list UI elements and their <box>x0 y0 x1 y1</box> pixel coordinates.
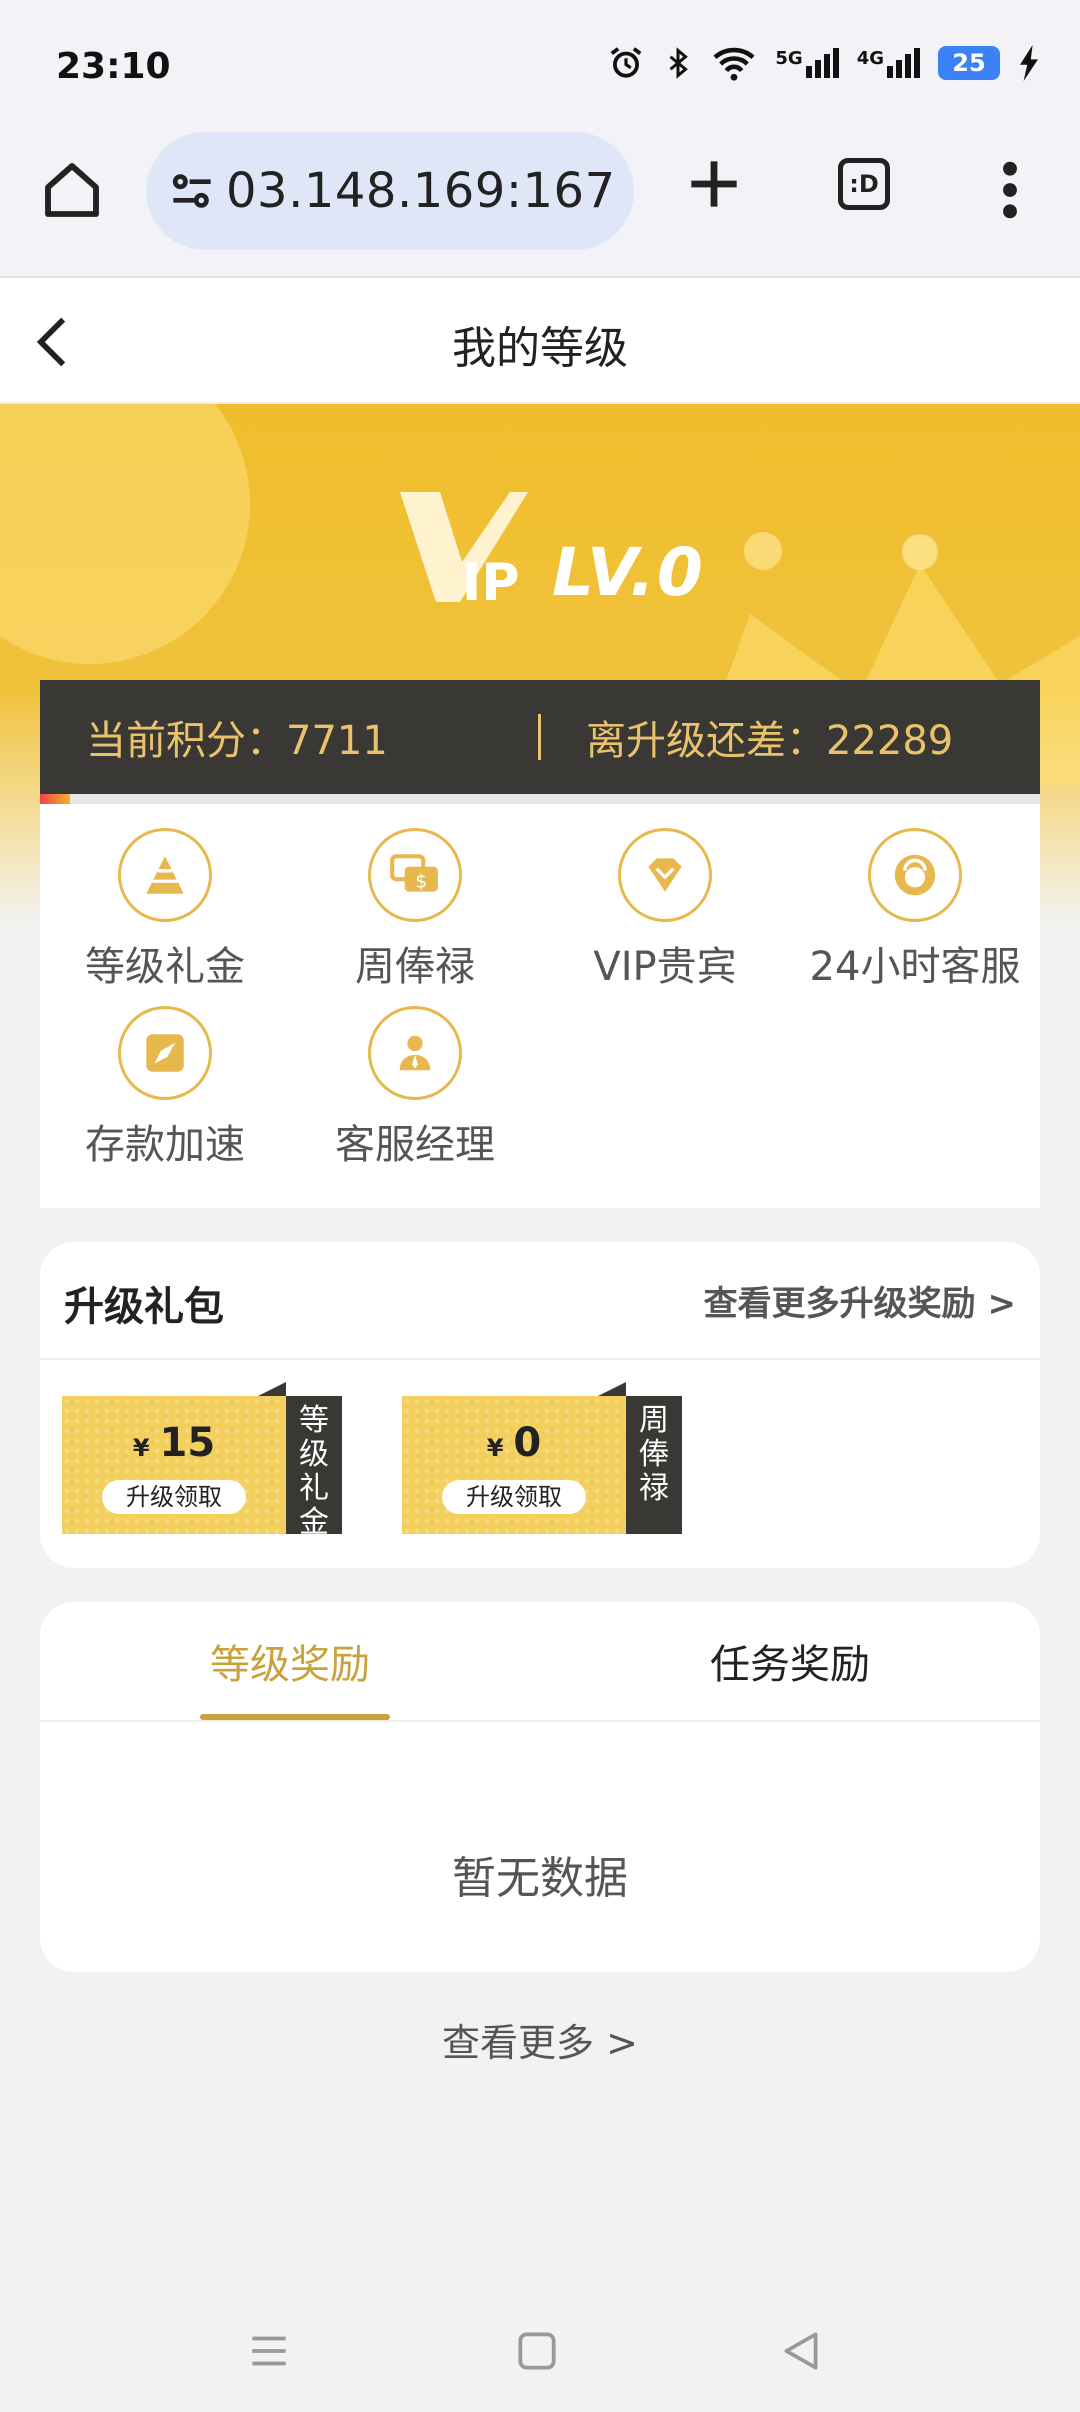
empty-state-text: 暂无数据 <box>452 1853 628 1904</box>
signal-5g-icon: 5G <box>775 48 839 78</box>
current-points: 当前积分：7711 <box>86 718 388 764</box>
alarm-icon <box>610 47 642 78</box>
status-bar: 23:10 5G 4G 25 <box>0 0 1080 130</box>
tab-task-rewards[interactable]: 任务奖励 <box>710 1632 870 1690</box>
more-upgrade-rewards-link[interactable]: 查看更多升级奖励 > <box>704 1276 1016 1325</box>
diamond-icon <box>648 858 682 892</box>
money-chat-icon: $ <box>390 854 438 892</box>
benefit-label: 等级礼金 <box>85 944 245 990</box>
page-title: 我的等级 <box>452 323 628 374</box>
site-settings-icon[interactable] <box>164 163 220 219</box>
tab-switcher-button[interactable]: :D <box>838 158 890 210</box>
signal-4g-label: 4G <box>856 48 884 69</box>
browser-toolbar: 03.148.169:16740 :D <box>0 130 1080 278</box>
benefit-label: 24小时客服 <box>809 944 1021 990</box>
rewards-tabs-card: 等级奖励 任务奖励 暂无数据 <box>40 1602 1040 1972</box>
level-progress-fill <box>40 794 70 804</box>
charging-icon <box>1020 45 1038 81</box>
more-menu-icon[interactable] <box>990 158 1030 222</box>
see-more-link[interactable]: 查看更多 > <box>0 2012 1080 2067</box>
currency-symbol: ¥ <box>486 1434 504 1462</box>
upgrade-difference: 离升级还差：22289 <box>586 718 954 764</box>
benefits-panel: 等级礼金 $ 周俸禄 VIP贵宾 24小时客服 存款加速 客服经理 <box>40 804 1040 1208</box>
gift-action-button[interactable]: 升级领取 <box>102 1480 246 1514</box>
gift-coupon-weekly-salary[interactable]: ¥0 升级领取 周俸禄 <box>402 1382 682 1534</box>
svg-text:$: $ <box>415 871 427 892</box>
upgrade-gifts-card: 升级礼包 查看更多升级奖励 > ¥15 升级领取 等级礼金 ¥0 升级领取 周俸… <box>40 1242 1040 1568</box>
ribbon-fold <box>258 1382 286 1396</box>
level-progress-bar <box>40 794 1040 804</box>
ribbon-fold <box>598 1382 626 1396</box>
tab-level-rewards[interactable]: 等级奖励 <box>210 1632 370 1690</box>
gift-amount: ¥15 <box>62 1420 286 1466</box>
gift-amount: ¥0 <box>402 1420 626 1466</box>
gift-tag: 周俸禄 <box>626 1396 682 1534</box>
amount-value: 15 <box>159 1420 216 1466</box>
address-bar[interactable]: 03.148.169:16740 <box>146 132 634 250</box>
vip-level: LV.0 <box>552 534 705 611</box>
headset-icon <box>894 854 936 896</box>
signal-5g-label: 5G <box>775 48 803 69</box>
decor-circle <box>0 404 250 664</box>
benefit-24h-service[interactable]: 24小时客服 <box>790 828 1040 992</box>
divider <box>40 1358 1040 1360</box>
page-header: 我的等级 <box>0 278 1080 404</box>
benefit-label: VIP贵宾 <box>593 944 737 990</box>
gift-tag: 等级礼金 <box>286 1396 342 1540</box>
gifts-title: 升级礼包 <box>64 1284 224 1330</box>
benefit-label: 客服经理 <box>335 1122 495 1168</box>
home-icon[interactable] <box>40 158 104 222</box>
system-nav-bar <box>0 2290 1080 2412</box>
status-icons: 5G 4G 25 <box>607 44 1040 82</box>
battery-indicator: 25 <box>938 46 1000 80</box>
wifi-icon <box>713 47 755 81</box>
gift-coupon-level-bonus[interactable]: ¥15 升级领取 等级礼金 <box>62 1382 342 1540</box>
manager-icon <box>399 1035 431 1071</box>
back-nav-icon[interactable] <box>776 2326 826 2376</box>
amount-value: 0 <box>513 1420 542 1466</box>
benefit-deposit-boost[interactable]: 存款加速 <box>40 1006 290 1170</box>
benefit-label: 周俸禄 <box>355 944 475 990</box>
status-time: 23:10 <box>56 46 171 87</box>
benefit-label: 存款加速 <box>85 1122 245 1168</box>
bluetooth-icon <box>669 47 689 79</box>
points-bar: 当前积分：7711 离升级还差：22289 <box>40 680 1040 794</box>
gift-action-button[interactable]: 升级领取 <box>442 1480 586 1514</box>
tabs-divider <box>40 1720 1040 1722</box>
recent-apps-icon[interactable] <box>244 2326 294 2376</box>
pyramid-icon <box>146 856 184 894</box>
new-tab-icon[interactable] <box>680 150 748 218</box>
svg-text:IP: IP <box>462 553 519 612</box>
rocket-icon <box>146 1034 184 1072</box>
benefit-vip-guest[interactable]: VIP贵宾 <box>540 828 790 992</box>
signal-4g-icon: 4G <box>857 48 920 78</box>
currency-symbol: ¥ <box>132 1434 150 1462</box>
home-nav-icon[interactable] <box>512 2326 562 2376</box>
benefit-service-manager[interactable]: 客服经理 <box>290 1006 540 1170</box>
points-divider <box>538 714 541 760</box>
url-text[interactable]: 03.148.169:16740 <box>226 163 616 219</box>
benefit-level-bonus[interactable]: 等级礼金 <box>40 828 290 992</box>
benefit-weekly-salary[interactable]: $ 周俸禄 <box>290 828 540 992</box>
